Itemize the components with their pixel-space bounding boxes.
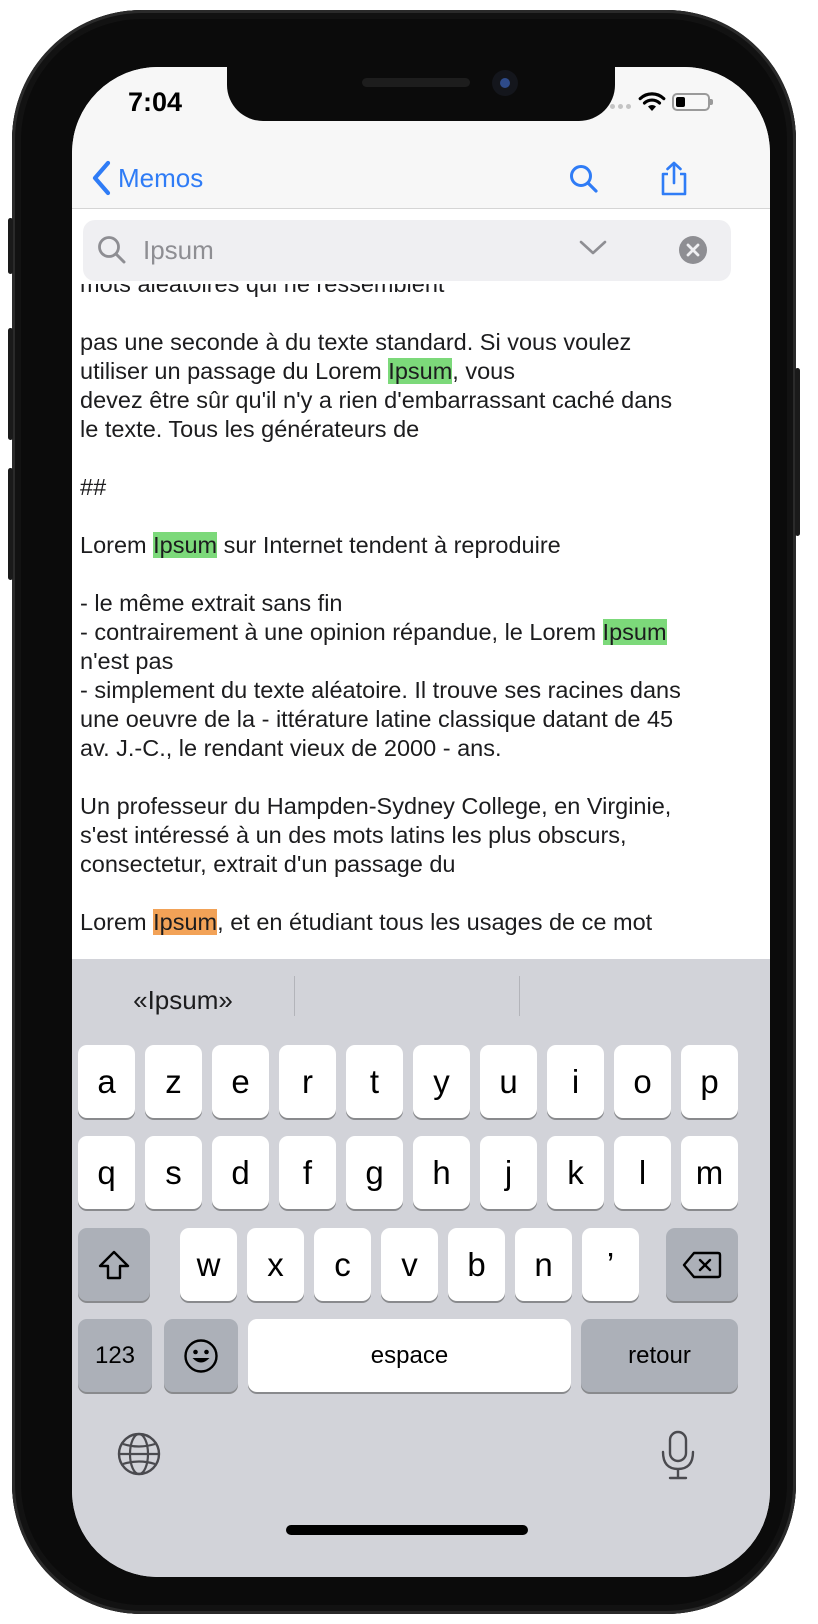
- find-bar: [83, 220, 731, 281]
- chevron-left-icon: [92, 160, 111, 196]
- home-indicator[interactable]: [286, 1525, 528, 1535]
- text-line: Un professeur du Hampden-Sydney College,…: [80, 793, 672, 819]
- back-label: Memos: [118, 162, 204, 193]
- search-icon: [98, 236, 126, 264]
- emoji-icon: [184, 1338, 218, 1373]
- search-input[interactable]: [143, 231, 563, 269]
- status-time: 7:04: [128, 87, 183, 117]
- search-match: Ipsum: [153, 532, 218, 558]
- search-button[interactable]: [562, 157, 606, 201]
- key-r[interactable]: r: [279, 1045, 336, 1118]
- delete-icon: [682, 1251, 722, 1278]
- text-line: le texte. Tous les générateurs de: [80, 416, 420, 442]
- text-line: n'est pas: [80, 648, 174, 674]
- key-j[interactable]: j: [480, 1136, 537, 1209]
- navigation-bar: Memos: [72, 157, 770, 209]
- key-e[interactable]: e: [212, 1045, 269, 1118]
- suggestion-3[interactable]: [520, 959, 770, 1041]
- delete-key[interactable]: [666, 1228, 738, 1301]
- shift-icon: [98, 1250, 130, 1279]
- suggestion-bar: «Ipsum»: [72, 959, 770, 1041]
- keyboard: «Ipsum» a z e r t y u i o p q s d f g h: [72, 959, 770, 1577]
- microphone-icon[interactable]: [658, 1429, 698, 1481]
- text-line: une oeuvre de la - ittérature latine cla…: [80, 706, 674, 732]
- space-key[interactable]: espace: [248, 1319, 571, 1392]
- wifi-icon: [638, 92, 666, 111]
- text-line: ##: [80, 474, 107, 500]
- key-g[interactable]: g: [346, 1136, 403, 1209]
- numbers-key[interactable]: 123: [78, 1319, 152, 1392]
- text-line: [80, 879, 760, 908]
- key-f[interactable]: f: [279, 1136, 336, 1209]
- phone-frame: 7:04 Memos Ipsum mots aléatoires qui ne …: [8, 10, 800, 1614]
- text-line: [80, 763, 760, 792]
- text-line: - contrairement à une opinion répandue, …: [80, 619, 667, 645]
- suggestion-2[interactable]: [295, 959, 519, 1041]
- key-t[interactable]: t: [346, 1045, 403, 1118]
- battery-icon: [672, 93, 713, 111]
- clear-icon: [686, 243, 700, 257]
- text-line: av. J.-C., le rendant vieux de 2000 - an…: [80, 735, 502, 761]
- silent-switch: [8, 218, 13, 274]
- volume-up-button: [8, 328, 13, 440]
- text-line: s'est intéressé à un des mots latins les…: [80, 822, 627, 848]
- text-line: mots aléatoires qui ne ressemblent: [80, 284, 445, 297]
- speaker-grille: [362, 78, 470, 87]
- return-key[interactable]: retour: [581, 1319, 738, 1392]
- key-q[interactable]: q: [78, 1136, 135, 1209]
- clear-search-button[interactable]: [679, 236, 707, 264]
- key-z[interactable]: z: [145, 1045, 202, 1118]
- key-k[interactable]: k: [547, 1136, 604, 1209]
- memo-text[interactable]: mots aléatoires qui ne ressemblent pas u…: [80, 284, 760, 959]
- key-n[interactable]: n: [515, 1228, 572, 1301]
- text-line: [80, 502, 760, 531]
- key-w[interactable]: w: [180, 1228, 237, 1301]
- emoji-key[interactable]: [164, 1319, 238, 1392]
- suggestion-1[interactable]: «Ipsum»: [72, 959, 294, 1041]
- key-u[interactable]: u: [480, 1045, 537, 1118]
- notch: [227, 67, 615, 121]
- key-o[interactable]: o: [614, 1045, 671, 1118]
- key-b[interactable]: b: [448, 1228, 505, 1301]
- text-line: Lorem Ipsum, et en étudiant tous les usa…: [80, 909, 653, 935]
- current-search-match: Ipsum: [153, 909, 218, 935]
- globe-icon[interactable]: [116, 1431, 162, 1477]
- search-icon: [570, 165, 598, 193]
- chevron-down-icon[interactable]: [578, 238, 608, 258]
- text-line: [80, 560, 760, 589]
- key-m[interactable]: m: [681, 1136, 738, 1209]
- text-line: Lorem Ipsum sur Internet tendent à repro…: [80, 532, 561, 558]
- power-button: [795, 368, 800, 536]
- share-icon: [661, 161, 687, 196]
- key-p[interactable]: p: [681, 1045, 738, 1118]
- screen: 7:04 Memos Ipsum mots aléatoires qui ne …: [72, 67, 770, 1577]
- text-line: [80, 444, 760, 473]
- key-apostrophe[interactable]: ’: [582, 1228, 639, 1301]
- shift-key[interactable]: [78, 1228, 150, 1301]
- text-line: [80, 299, 760, 328]
- key-h[interactable]: h: [413, 1136, 470, 1209]
- key-x[interactable]: x: [247, 1228, 304, 1301]
- key-y[interactable]: y: [413, 1045, 470, 1118]
- text-line: consectetur, extrait d'un passage du: [80, 851, 456, 877]
- search-match: Ipsum: [602, 619, 667, 645]
- text-line: devez être sûr qu'il n'y a rien d'embarr…: [80, 387, 673, 413]
- volume-down-button: [8, 468, 13, 580]
- key-c[interactable]: c: [314, 1228, 371, 1301]
- text-line: - simplement du texte aléatoire. Il trou…: [80, 677, 681, 703]
- key-v[interactable]: v: [381, 1228, 438, 1301]
- key-a[interactable]: a: [78, 1045, 135, 1118]
- back-button[interactable]: Memos: [90, 157, 203, 199]
- key-l[interactable]: l: [614, 1136, 671, 1209]
- key-d[interactable]: d: [212, 1136, 269, 1209]
- search-match: Ipsum: [388, 358, 453, 384]
- key-i[interactable]: i: [547, 1045, 604, 1118]
- text-line: utiliser un passage du Lorem Ipsum, vous: [80, 358, 515, 384]
- text-line: pas une seconde à du texte standard. Si …: [80, 329, 632, 355]
- text-line: - le même extrait sans fin: [80, 590, 343, 616]
- share-button[interactable]: [652, 157, 696, 201]
- camera-icon: [492, 70, 518, 96]
- key-s[interactable]: s: [145, 1136, 202, 1209]
